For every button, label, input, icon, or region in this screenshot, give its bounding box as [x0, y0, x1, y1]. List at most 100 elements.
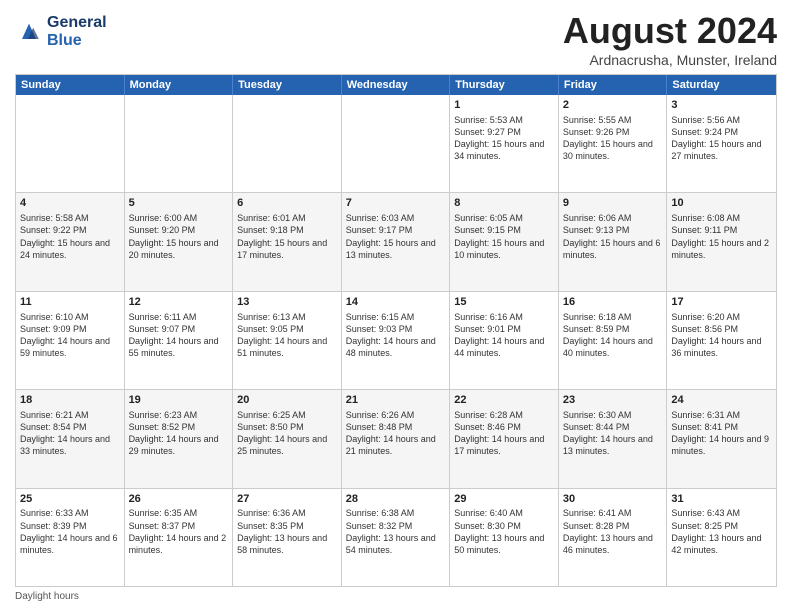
calendar-cell: 7Sunrise: 6:03 AM Sunset: 9:17 PM Daylig…	[342, 193, 451, 290]
day-number: 29	[454, 492, 554, 507]
calendar-row: 1Sunrise: 5:53 AM Sunset: 9:27 PM Daylig…	[16, 95, 776, 192]
day-number: 8	[454, 196, 554, 211]
calendar-cell: 31Sunrise: 6:43 AM Sunset: 8:25 PM Dayli…	[667, 489, 776, 586]
day-number: 14	[346, 295, 446, 310]
day-number: 5	[129, 196, 229, 211]
day-info: Sunrise: 6:08 AM Sunset: 9:11 PM Dayligh…	[671, 212, 772, 261]
day-number: 10	[671, 196, 772, 211]
day-number: 30	[563, 492, 663, 507]
calendar: SundayMondayTuesdayWednesdayThursdayFrid…	[15, 74, 777, 587]
day-info: Sunrise: 6:28 AM Sunset: 8:46 PM Dayligh…	[454, 409, 554, 458]
calendar-cell: 27Sunrise: 6:36 AM Sunset: 8:35 PM Dayli…	[233, 489, 342, 586]
day-number: 18	[20, 393, 120, 408]
header-cell-thursday: Thursday	[450, 75, 559, 95]
header-cell-friday: Friday	[559, 75, 668, 95]
header: General Blue August 2024 Ardnacrusha, Mu…	[15, 10, 777, 68]
calendar-cell	[125, 95, 234, 192]
header-cell-tuesday: Tuesday	[233, 75, 342, 95]
day-info: Sunrise: 6:30 AM Sunset: 8:44 PM Dayligh…	[563, 409, 663, 458]
day-info: Sunrise: 6:06 AM Sunset: 9:13 PM Dayligh…	[563, 212, 663, 261]
day-number: 11	[20, 295, 120, 310]
calendar-cell: 12Sunrise: 6:11 AM Sunset: 9:07 PM Dayli…	[125, 292, 234, 389]
calendar-cell: 16Sunrise: 6:18 AM Sunset: 8:59 PM Dayli…	[559, 292, 668, 389]
day-number: 26	[129, 492, 229, 507]
calendar-row: 4Sunrise: 5:58 AM Sunset: 9:22 PM Daylig…	[16, 192, 776, 290]
calendar-cell: 2Sunrise: 5:55 AM Sunset: 9:26 PM Daylig…	[559, 95, 668, 192]
calendar-cell: 26Sunrise: 6:35 AM Sunset: 8:37 PM Dayli…	[125, 489, 234, 586]
calendar-row: 18Sunrise: 6:21 AM Sunset: 8:54 PM Dayli…	[16, 389, 776, 487]
calendar-cell: 4Sunrise: 5:58 AM Sunset: 9:22 PM Daylig…	[16, 193, 125, 290]
day-info: Sunrise: 5:56 AM Sunset: 9:24 PM Dayligh…	[671, 114, 772, 163]
header-cell-saturday: Saturday	[667, 75, 776, 95]
day-info: Sunrise: 6:18 AM Sunset: 8:59 PM Dayligh…	[563, 311, 663, 360]
calendar-cell: 14Sunrise: 6:15 AM Sunset: 9:03 PM Dayli…	[342, 292, 451, 389]
day-info: Sunrise: 6:26 AM Sunset: 8:48 PM Dayligh…	[346, 409, 446, 458]
calendar-cell: 28Sunrise: 6:38 AM Sunset: 8:32 PM Dayli…	[342, 489, 451, 586]
calendar-cell: 13Sunrise: 6:13 AM Sunset: 9:05 PM Dayli…	[233, 292, 342, 389]
calendar-cell	[342, 95, 451, 192]
calendar-cell	[233, 95, 342, 192]
header-cell-sunday: Sunday	[16, 75, 125, 95]
day-info: Sunrise: 6:13 AM Sunset: 9:05 PM Dayligh…	[237, 311, 337, 360]
day-number: 31	[671, 492, 772, 507]
calendar-cell: 17Sunrise: 6:20 AM Sunset: 8:56 PM Dayli…	[667, 292, 776, 389]
calendar-cell: 11Sunrise: 6:10 AM Sunset: 9:09 PM Dayli…	[16, 292, 125, 389]
day-info: Sunrise: 6:15 AM Sunset: 9:03 PM Dayligh…	[346, 311, 446, 360]
day-info: Sunrise: 6:16 AM Sunset: 9:01 PM Dayligh…	[454, 311, 554, 360]
day-number: 17	[671, 295, 772, 310]
day-info: Sunrise: 5:53 AM Sunset: 9:27 PM Dayligh…	[454, 114, 554, 163]
calendar-cell: 1Sunrise: 5:53 AM Sunset: 9:27 PM Daylig…	[450, 95, 559, 192]
calendar-cell: 29Sunrise: 6:40 AM Sunset: 8:30 PM Dayli…	[450, 489, 559, 586]
calendar-cell: 3Sunrise: 5:56 AM Sunset: 9:24 PM Daylig…	[667, 95, 776, 192]
calendar-cell: 10Sunrise: 6:08 AM Sunset: 9:11 PM Dayli…	[667, 193, 776, 290]
day-info: Sunrise: 6:40 AM Sunset: 8:30 PM Dayligh…	[454, 507, 554, 556]
day-info: Sunrise: 6:33 AM Sunset: 8:39 PM Dayligh…	[20, 507, 120, 556]
day-info: Sunrise: 6:00 AM Sunset: 9:20 PM Dayligh…	[129, 212, 229, 261]
day-number: 7	[346, 196, 446, 211]
day-info: Sunrise: 6:38 AM Sunset: 8:32 PM Dayligh…	[346, 507, 446, 556]
calendar-cell: 23Sunrise: 6:30 AM Sunset: 8:44 PM Dayli…	[559, 390, 668, 487]
calendar-cell: 5Sunrise: 6:00 AM Sunset: 9:20 PM Daylig…	[125, 193, 234, 290]
calendar-cell: 15Sunrise: 6:16 AM Sunset: 9:01 PM Dayli…	[450, 292, 559, 389]
day-number: 6	[237, 196, 337, 211]
calendar-cell: 6Sunrise: 6:01 AM Sunset: 9:18 PM Daylig…	[233, 193, 342, 290]
day-number: 4	[20, 196, 120, 211]
day-info: Sunrise: 6:36 AM Sunset: 8:35 PM Dayligh…	[237, 507, 337, 556]
day-number: 13	[237, 295, 337, 310]
calendar-cell: 22Sunrise: 6:28 AM Sunset: 8:46 PM Dayli…	[450, 390, 559, 487]
calendar-cell: 20Sunrise: 6:25 AM Sunset: 8:50 PM Dayli…	[233, 390, 342, 487]
day-number: 1	[454, 98, 554, 113]
day-number: 3	[671, 98, 772, 113]
day-number: 15	[454, 295, 554, 310]
day-info: Sunrise: 6:01 AM Sunset: 9:18 PM Dayligh…	[237, 212, 337, 261]
calendar-body: 1Sunrise: 5:53 AM Sunset: 9:27 PM Daylig…	[16, 95, 776, 586]
calendar-cell: 8Sunrise: 6:05 AM Sunset: 9:15 PM Daylig…	[450, 193, 559, 290]
calendar-row: 25Sunrise: 6:33 AM Sunset: 8:39 PM Dayli…	[16, 488, 776, 586]
day-info: Sunrise: 6:35 AM Sunset: 8:37 PM Dayligh…	[129, 507, 229, 556]
day-number: 23	[563, 393, 663, 408]
day-number: 16	[563, 295, 663, 310]
day-number: 22	[454, 393, 554, 408]
day-info: Sunrise: 6:03 AM Sunset: 9:17 PM Dayligh…	[346, 212, 446, 261]
day-info: Sunrise: 6:41 AM Sunset: 8:28 PM Dayligh…	[563, 507, 663, 556]
page: General Blue August 2024 Ardnacrusha, Mu…	[0, 0, 792, 612]
day-info: Sunrise: 6:05 AM Sunset: 9:15 PM Dayligh…	[454, 212, 554, 261]
day-info: Sunrise: 6:10 AM Sunset: 9:09 PM Dayligh…	[20, 311, 120, 360]
month-title: August 2024	[563, 10, 777, 52]
calendar-cell: 30Sunrise: 6:41 AM Sunset: 8:28 PM Dayli…	[559, 489, 668, 586]
logo-text-line1: General	[47, 14, 107, 32]
logo-icon	[15, 18, 43, 46]
header-cell-monday: Monday	[125, 75, 234, 95]
calendar-cell: 24Sunrise: 6:31 AM Sunset: 8:41 PM Dayli…	[667, 390, 776, 487]
calendar-cell	[16, 95, 125, 192]
day-info: Sunrise: 6:20 AM Sunset: 8:56 PM Dayligh…	[671, 311, 772, 360]
day-number: 25	[20, 492, 120, 507]
day-info: Sunrise: 5:55 AM Sunset: 9:26 PM Dayligh…	[563, 114, 663, 163]
location: Ardnacrusha, Munster, Ireland	[563, 52, 777, 68]
day-number: 21	[346, 393, 446, 408]
logo: General Blue	[15, 14, 107, 49]
day-number: 2	[563, 98, 663, 113]
day-number: 24	[671, 393, 772, 408]
title-area: August 2024 Ardnacrusha, Munster, Irelan…	[563, 10, 777, 68]
calendar-cell: 9Sunrise: 6:06 AM Sunset: 9:13 PM Daylig…	[559, 193, 668, 290]
